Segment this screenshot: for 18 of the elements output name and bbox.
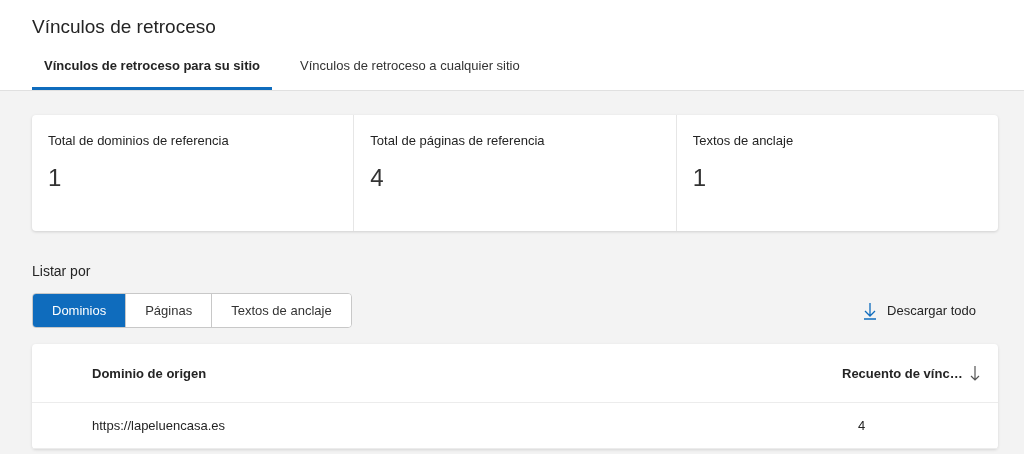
stat-label: Total de páginas de referencia [370,133,546,148]
list-by-label: Listar por [32,263,92,279]
column-header[interactable]: Recuento de vínc… [842,365,964,381]
table-cell-text: https://lapeluencasa.es [92,418,226,433]
tab[interactable]: Vínculos de retroceso para su sitio [32,58,272,90]
stat-label: Total de dominios de referencia [48,133,230,148]
stat-value: 1 [692,164,707,192]
tab[interactable]: Vínculos de retroceso a cualquier sitio [288,58,532,90]
column-header[interactable]: Dominio de origen [92,365,842,381]
sort-arrow-icon[interactable] [970,365,980,381]
stat-value: 4 [370,164,385,192]
stat-label: Textos de anclaje [692,133,795,148]
stat-value: 1 [48,164,63,192]
table-cell-text: 4 [858,418,867,433]
segment-button[interactable]: Dominios [33,294,127,327]
download-icon [863,301,878,320]
page-title: Vínculos de retroceso [32,15,217,39]
download-button[interactable]: Descargar todo [857,300,982,321]
